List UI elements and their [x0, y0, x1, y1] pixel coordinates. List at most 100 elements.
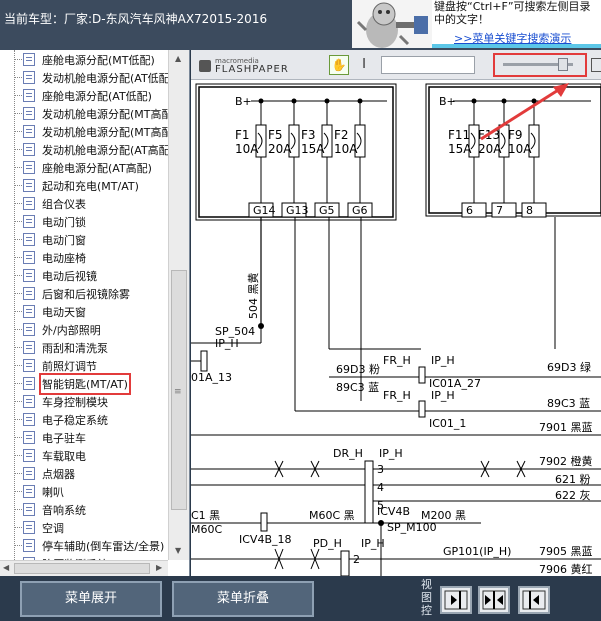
document-icon	[23, 197, 35, 210]
collapse-menu-button[interactable]: 菜单折叠	[172, 581, 314, 617]
tree-item-label: 电动座椅	[42, 252, 86, 265]
tree-branch	[15, 95, 22, 96]
document-icon	[23, 53, 35, 66]
tree-vertical-scrollbar[interactable]: ▲ ≡ ▼	[168, 50, 189, 560]
tree-branch	[15, 185, 22, 186]
hint-accent-bar	[432, 44, 601, 48]
document-icon	[23, 143, 35, 156]
tree-item[interactable]: 后窗和后视镜除雾	[0, 284, 168, 302]
sidebar: 座舱电源分配(MT低配) 发动机舱电源分配(AT低配) 座舱电源分配(AT低配) 发动…	[0, 50, 190, 576]
tree-branch	[15, 149, 22, 150]
tree-item-label: 起动和充电(MT/AT)	[42, 180, 139, 193]
tree-item[interactable]: 座舱电源分配(AT高配)	[0, 158, 168, 176]
tree-branch	[15, 329, 22, 330]
document-icon	[23, 233, 35, 246]
vehicle-title: 当前车型：厂家:D-东风汽车风神AX72015-2016	[4, 12, 268, 26]
tree-item[interactable]: 电动座椅	[0, 248, 168, 266]
tree-item-label: 音响系统	[42, 504, 86, 517]
tree-branch	[15, 383, 22, 384]
tree-item[interactable]: 雨刮和清洗泵	[0, 338, 168, 356]
view-split-button[interactable]	[478, 586, 510, 614]
tree-item[interactable]: 点烟器	[0, 464, 168, 482]
search-hint-text: 键盘按“Ctrl+F”可搜索左侧目录中的文字！	[434, 0, 591, 26]
tree-item-label: 后窗和后视镜除雾	[42, 288, 130, 301]
tree-item[interactable]: 电动天窗	[0, 302, 168, 320]
tree-item[interactable]: 电动门窗	[0, 230, 168, 248]
tree-item-label: 电动天窗	[42, 306, 86, 319]
scroll-right-icon[interactable]: ▶	[156, 563, 162, 572]
hscrollbar-thumb[interactable]	[14, 563, 150, 574]
document-icon	[23, 431, 35, 444]
document-icon	[23, 161, 35, 174]
tree-item[interactable]: 空调	[0, 518, 168, 536]
document-icon	[23, 539, 35, 552]
tree-item[interactable]: 组合仪表	[0, 194, 168, 212]
text-select-icon[interactable]: I	[357, 55, 371, 75]
tree-item[interactable]: 停车辅助(倒车雷达/全景)	[0, 536, 168, 554]
tree-item[interactable]: 座舱电源分配(AT低配)	[0, 86, 168, 104]
tree-item[interactable]: 电子稳定系统	[0, 410, 168, 428]
scroll-down-icon[interactable]: ▼	[175, 546, 181, 555]
document-icon	[23, 107, 35, 120]
tree-item[interactable]: 前照灯调节	[0, 356, 168, 374]
tree-item[interactable]: 发动机舱电源分配(AT高配)	[0, 140, 168, 158]
tree-item[interactable]: 起动和充电(MT/AT)	[0, 176, 168, 194]
tree-item[interactable]: 发动机舱电源分配(MT高配)	[0, 122, 168, 140]
tree-item[interactable]: 喇叭	[0, 482, 168, 500]
zoom-slider-thumb[interactable]	[557, 58, 568, 71]
tree-item-label: 停车辅助(倒车雷达/全景)	[42, 540, 165, 553]
view-left-panel-button[interactable]	[440, 586, 472, 614]
document-icon	[23, 89, 35, 102]
document-icon	[23, 287, 35, 300]
document-icon	[23, 269, 35, 282]
tree-item-label: 发动机舱电源分配(MT高配)	[42, 108, 168, 121]
tree-item[interactable]: 座舱电源分配(MT低配)	[0, 50, 168, 68]
tree-branch	[15, 311, 22, 312]
tree-item[interactable]: 电动门锁	[0, 212, 168, 230]
document-icon	[23, 377, 35, 390]
document-icon	[23, 503, 35, 516]
scroll-grip-icon: ≡	[174, 387, 182, 397]
tree-branch	[15, 491, 22, 492]
tree-item-label: 点烟器	[42, 468, 75, 481]
document-icon	[23, 467, 35, 480]
tree-item-label: 座舱电源分配(AT低配)	[42, 90, 152, 103]
find-input[interactable]	[381, 56, 475, 74]
tree-branch	[15, 419, 22, 420]
tree-item-label: 座舱电源分配(AT高配)	[42, 162, 152, 175]
tree-item-label: 发动机舱电源分配(MT高配)	[42, 126, 168, 139]
tree-item[interactable]: 发动机舱电源分配(AT低配)	[0, 68, 168, 86]
tree-item-label: 车载取电	[42, 450, 86, 463]
document-icon	[23, 413, 35, 426]
view-right-panel-button[interactable]	[518, 586, 550, 614]
mascot-image	[352, 0, 432, 48]
tree-item[interactable]: 发动机舱电源分配(MT高配)	[0, 104, 168, 122]
tree-item[interactable]: 音响系统	[0, 500, 168, 518]
search-hint-box: 键盘按“Ctrl+F”可搜索左侧目录中的文字！ >>菜单关键字搜索演示	[432, 0, 601, 48]
hand-icon[interactable]: ✋	[329, 55, 349, 75]
tree-item-label: 喇叭	[42, 486, 64, 499]
print-icon[interactable]	[591, 58, 601, 72]
tree-item-label: 电子驻车	[42, 432, 86, 445]
tree-item[interactable]: 电子驻车	[0, 428, 168, 446]
scroll-up-icon[interactable]: ▲	[175, 54, 181, 63]
tree-item-label: 座舱电源分配(MT低配)	[42, 54, 155, 67]
tree-item-label: 雨刮和清洗泵	[42, 342, 108, 355]
document-icon	[23, 449, 35, 462]
tree-item-label: 空调	[42, 522, 64, 535]
document-icon	[23, 323, 35, 336]
tree-item[interactable]: 电动后视镜	[0, 266, 168, 284]
expand-menu-button[interactable]: 菜单展开	[20, 581, 162, 617]
tree-horizontal-scrollbar[interactable]: ◀ ▶	[0, 560, 168, 576]
tree-item-label: 组合仪表	[42, 198, 86, 211]
tree-item[interactable]: 车身控制模块	[0, 392, 168, 410]
tree-item[interactable]: 车载取电	[0, 446, 168, 464]
wiring-diagram[interactable]: B+ B+ F1 10A G14 F5 20A G13 F3 15A G5 F2 10A G6 F11…	[191, 81, 601, 576]
scroll-left-icon[interactable]: ◀	[3, 563, 9, 572]
tree-branch	[15, 293, 22, 294]
flashpaper-logo: macromedia FLASHPAPER	[199, 57, 319, 75]
menu-tree: 座舱电源分配(MT低配) 发动机舱电源分配(AT低配) 座舱电源分配(AT低配) 发动…	[0, 50, 168, 560]
tree-item-selected[interactable]: 智能钥匙(MT/AT)	[0, 373, 168, 395]
tree-item[interactable]: 外/内部照明	[0, 320, 168, 338]
document-icon	[23, 125, 35, 138]
